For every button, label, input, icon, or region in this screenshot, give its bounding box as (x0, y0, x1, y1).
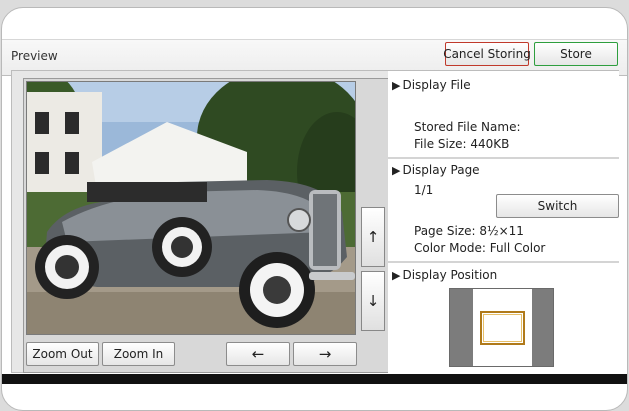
arrow-left-icon: ← (251, 345, 265, 363)
arrow-up-icon: ↑ (366, 228, 380, 246)
page-title: Preview (11, 49, 58, 63)
switch-button[interactable]: Switch (496, 194, 619, 218)
store-button[interactable]: Store (534, 42, 618, 66)
preview-window: Preview Cancel Storing Store ↑ ↓ Zoom Ou… (1, 7, 628, 411)
section-divider (388, 157, 619, 159)
scroll-down-button[interactable]: ↓ (361, 271, 385, 331)
color-mode-text: Color Mode: Full Color (414, 241, 546, 255)
preview-image[interactable] (26, 81, 356, 335)
position-page-thumbnail (473, 289, 532, 366)
scroll-right-button[interactable]: → (293, 342, 357, 366)
display-file-heading: ▶ Display File (392, 78, 471, 92)
vintage-car-photo (27, 82, 355, 334)
page-counter: 1/1 (414, 183, 434, 197)
bottom-bar (2, 374, 627, 384)
stored-file-name-label: Stored File Name: (414, 120, 521, 134)
scroll-left-button[interactable]: ← (226, 342, 290, 366)
scroll-up-button[interactable]: ↑ (361, 207, 385, 267)
play-triangle-icon: ▶ (392, 79, 401, 92)
display-position-heading: ▶ Display Position (392, 268, 498, 282)
info-panel: ▶ Display File Stored File Name: File Siz… (388, 71, 619, 373)
zoom-in-button[interactable]: Zoom In (102, 342, 175, 366)
page-size-text: Page Size: 8½×11 (414, 224, 524, 238)
content-area: ↑ ↓ Zoom Out Zoom In ← → ▶ Display File S… (11, 70, 619, 373)
cancel-storing-button[interactable]: Cancel Storing (443, 42, 531, 66)
display-position-map[interactable] (449, 288, 554, 367)
play-triangle-icon: ▶ (392, 269, 401, 282)
file-size-text: File Size: 440KB (414, 137, 510, 151)
zoom-out-button[interactable]: Zoom Out (26, 342, 99, 366)
visible-area-indicator[interactable] (480, 311, 525, 345)
preview-pane: ↑ ↓ Zoom Out Zoom In ← → (23, 78, 396, 373)
section-divider (388, 261, 619, 263)
display-page-heading: ▶ Display Page (392, 163, 480, 177)
arrow-down-icon: ↓ (366, 292, 380, 310)
play-triangle-icon: ▶ (392, 164, 401, 177)
arrow-right-icon: → (318, 345, 332, 363)
